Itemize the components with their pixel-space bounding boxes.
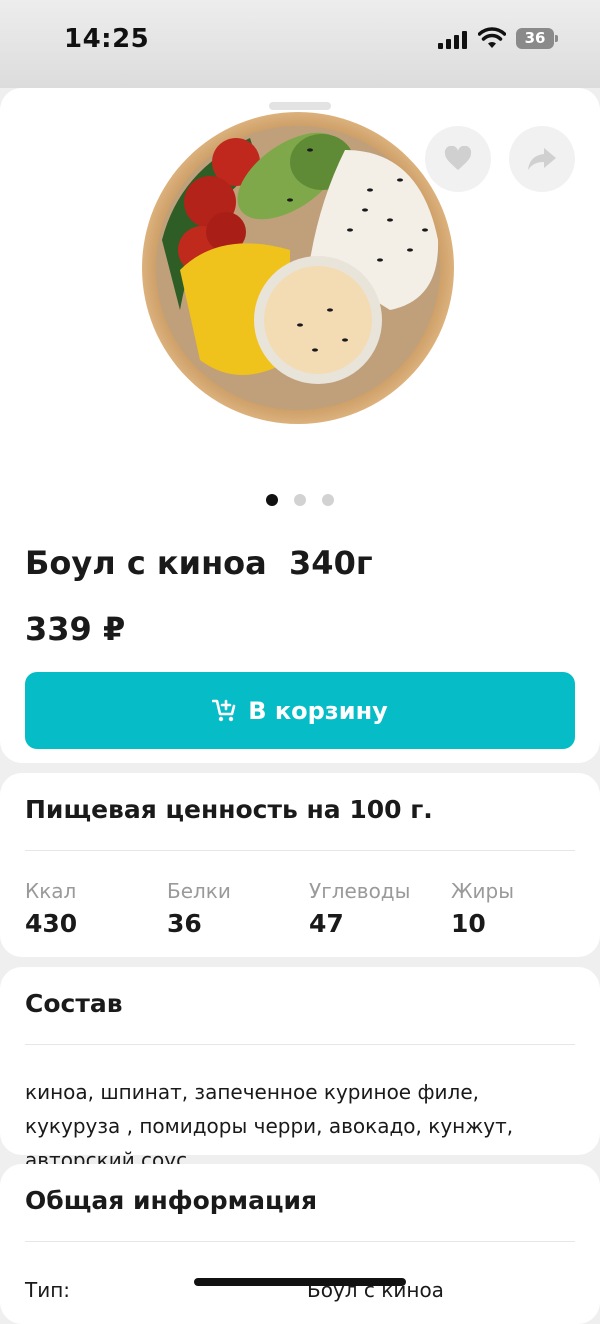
nutrition-value: 36	[167, 909, 202, 938]
composition-card: Состав киноа, шпинат, запеченное куриное…	[0, 967, 600, 1172]
nutrition-value: 10	[451, 909, 486, 938]
heart-icon	[444, 146, 472, 170]
home-indicator[interactable]	[194, 1278, 406, 1286]
nutrition-value: 430	[25, 909, 78, 938]
status-time: 14:25	[64, 24, 150, 54]
general-info-title: Общая информация	[25, 1186, 318, 1215]
wifi-icon	[478, 27, 506, 48]
composition-text: киноа, шпинат, запеченное куриное филе, …	[25, 1080, 514, 1172]
nutrition-title: Пищевая ценность на 100 г.	[25, 795, 433, 824]
status-bar: 14:25 36	[0, 0, 600, 88]
nutrition-value: 47	[309, 909, 344, 938]
nutrition-label: Белки	[167, 879, 231, 903]
nutrition-label: Углеводы	[309, 879, 411, 903]
share-button[interactable]	[509, 126, 575, 192]
nutrition-item-carbs: Углеводы 47	[309, 879, 451, 938]
divider	[25, 1241, 575, 1242]
nutrition-values: Ккал 430 Белки 36 Углеводы 47 Жиры 10	[25, 879, 593, 938]
cart-add-icon	[212, 699, 236, 721]
nutrition-card: Пищевая ценность на 100 г. Ккал 430 Белк…	[0, 773, 600, 957]
add-to-cart-button[interactable]: В корзину	[25, 672, 575, 749]
nutrition-item-protein: Белки 36	[167, 879, 309, 938]
divider	[25, 850, 575, 851]
carousel-indicator[interactable]	[0, 494, 600, 506]
battery-icon: 36	[516, 28, 558, 49]
share-icon	[528, 148, 556, 170]
carousel-dot	[322, 494, 334, 506]
add-to-cart-label: В корзину	[248, 696, 388, 725]
carousel-dot-active	[266, 494, 278, 506]
product-price: 339 ₽	[25, 610, 126, 648]
product-sheet: Боул с киноа 340г 339 ₽ В корзину	[0, 88, 600, 763]
sheet-grabber[interactable]	[269, 102, 331, 110]
nutrition-label: Ккал	[25, 879, 77, 903]
favorite-button[interactable]	[425, 126, 491, 192]
product-image[interactable]	[140, 110, 456, 426]
cellular-signal-icon	[438, 31, 467, 49]
nutrition-label: Жиры	[451, 879, 515, 903]
divider	[25, 1044, 575, 1045]
carousel-dot	[294, 494, 306, 506]
product-title: Боул с киноа 340г	[25, 544, 373, 582]
nutrition-item-fat: Жиры 10	[451, 879, 593, 938]
nutrition-item-kcal: Ккал 430	[25, 879, 167, 938]
composition-title: Состав	[25, 989, 123, 1018]
general-info-card: Общая информация Тип: Боул с киноа	[0, 1164, 600, 1324]
